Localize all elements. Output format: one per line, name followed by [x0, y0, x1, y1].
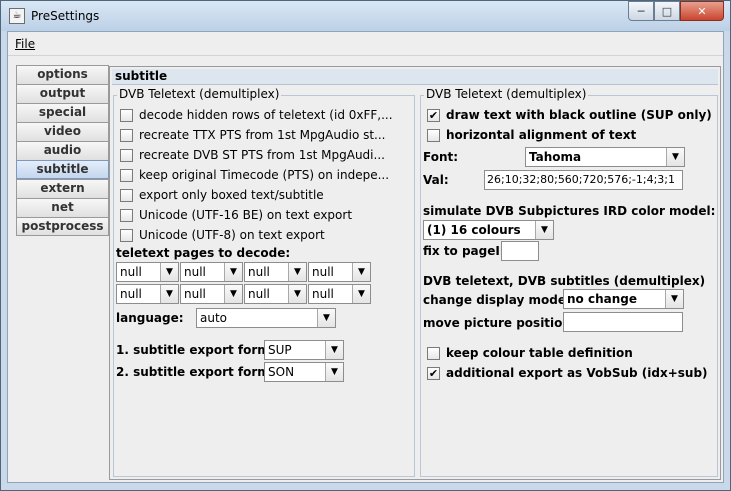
tab-net[interactable]: net	[16, 198, 109, 217]
chevron-down-icon: ▼	[160, 285, 178, 303]
tab-postprocess[interactable]: postprocess	[16, 217, 109, 236]
tab-audio[interactable]: audio	[16, 141, 109, 160]
checkbox[interactable]	[120, 128, 133, 142]
maximize-button[interactable]: □	[654, 1, 680, 21]
chevron-down-icon: ▼	[666, 148, 684, 166]
checkbox[interactable]	[120, 208, 133, 222]
dvbsub-label: DVB teletext, DVB subtitles (demultiplex…	[423, 274, 706, 288]
val-input[interactable]: 26;10;32;80;560;720;576;-1;4;3;1	[484, 170, 683, 190]
left-group-title: DVB Teletext (demultiplex)	[117, 87, 282, 101]
tab-extern[interactable]: extern	[16, 179, 109, 198]
checkbox[interactable]	[120, 148, 133, 162]
tab-special[interactable]: special	[16, 103, 109, 122]
app-window: ☕ PreSettings ─ □ ✕ File options output …	[0, 0, 731, 491]
tab-output[interactable]: output	[16, 84, 109, 103]
title-bar: ☕ PreSettings ─ □ ✕	[1, 1, 730, 31]
checkbox[interactable]	[120, 188, 133, 202]
checkbox-row-utf8[interactable]: Unicode (UTF-8) on text export	[120, 228, 325, 242]
right-group-title: DVB Teletext (demultiplex)	[424, 87, 589, 101]
export2-combo[interactable]: SON ▼	[264, 362, 344, 382]
menu-file[interactable]: File	[15, 37, 35, 51]
chevron-down-icon: ▼	[160, 263, 178, 281]
checkbox[interactable]	[120, 108, 133, 122]
export1-combo[interactable]: SUP ▼	[264, 340, 344, 360]
ird-label: simulate DVB Subpictures IRD color model…	[423, 204, 716, 218]
panel-header: subtitle	[112, 69, 718, 85]
page-combo-7[interactable]: null ▼	[244, 284, 307, 304]
language-combo[interactable]: auto ▼	[196, 308, 336, 328]
checkbox-label: keep original Timecode (PTS) on indepe..…	[139, 168, 390, 182]
tab-video[interactable]: video	[16, 122, 109, 141]
font-label: Font:	[423, 150, 459, 164]
checkbox-label: Unicode (UTF-16 BE) on text export	[139, 208, 353, 222]
page-combo-1[interactable]: null ▼	[116, 262, 179, 282]
checkbox-row-keep-timecode[interactable]: keep original Timecode (PTS) on indepe..…	[120, 168, 389, 182]
chevron-down-icon: ▼	[535, 221, 553, 239]
tab-list: options output special video audio subti…	[16, 65, 109, 236]
font-combo[interactable]: Tahoma ▼	[525, 147, 685, 167]
pageid-input[interactable]	[501, 241, 539, 261]
chevron-down-icon: ▼	[352, 285, 370, 303]
chevron-down-icon: ▼	[224, 285, 242, 303]
checkbox-label: additional export as VobSub (idx+sub)	[446, 366, 708, 380]
subtitle-panel: subtitle DVB Teletext (demultiplex) deco…	[109, 66, 721, 480]
page-combo-5[interactable]: null ▼	[116, 284, 179, 304]
chevron-down-icon: ▼	[317, 309, 335, 327]
checkbox-row-halign[interactable]: horizontal alignment of text	[427, 128, 636, 142]
checkbox-row-outline[interactable]: ✔ draw text with black outline (SUP only…	[427, 108, 712, 122]
checkbox-label: recreate DVB ST PTS from 1st MpgAudi...	[139, 148, 385, 162]
close-button[interactable]: ✕	[680, 1, 724, 21]
checkbox[interactable]	[427, 346, 440, 360]
checkbox[interactable]: ✔	[427, 108, 440, 122]
checkbox[interactable]: ✔	[427, 366, 440, 380]
checkbox-label: recreate TTX PTS from 1st MpgAudio st...	[139, 128, 386, 142]
checkbox-label: draw text with black outline (SUP only)	[446, 108, 712, 122]
teletext-pages-label: teletext pages to decode:	[116, 246, 291, 260]
page-combo-2[interactable]: null ▼	[180, 262, 243, 282]
display-mode-label: change display mode:	[423, 293, 571, 307]
checkbox-row-keep-colour[interactable]: keep colour table definition	[427, 346, 633, 360]
checkbox-label: export only boxed text/subtitle	[139, 188, 324, 202]
checkbox-label: decode hidden rows of teletext (id 0xFF,…	[139, 108, 393, 122]
chevron-down-icon: ▼	[224, 263, 242, 281]
client-area: File options output special video audio …	[7, 31, 724, 483]
checkbox-row-hidden-rows[interactable]: decode hidden rows of teletext (id 0xFF,…	[120, 108, 393, 122]
checkbox[interactable]	[120, 168, 133, 182]
checkbox-row-boxed-text[interactable]: export only boxed text/subtitle	[120, 188, 324, 202]
checkbox[interactable]	[427, 128, 440, 142]
language-label: language:	[116, 311, 184, 325]
checkbox-label: horizontal alignment of text	[446, 128, 637, 142]
chevron-down-icon: ▼	[325, 341, 343, 359]
checkbox[interactable]	[120, 228, 133, 242]
right-group: DVB Teletext (demultiplex) ✔ draw text w…	[420, 87, 718, 477]
window-title: PreSettings	[31, 9, 100, 23]
val-label: Val:	[423, 173, 449, 187]
checkbox-label: keep colour table definition	[446, 346, 633, 360]
chevron-down-icon: ▼	[352, 263, 370, 281]
left-group: DVB Teletext (demultiplex) decode hidden…	[113, 87, 415, 477]
move-position-input[interactable]	[563, 312, 683, 332]
chevron-down-icon: ▼	[288, 263, 306, 281]
minimize-button[interactable]: ─	[628, 1, 654, 21]
menu-bar: File	[8, 32, 723, 56]
checkbox-row-ttx-pts[interactable]: recreate TTX PTS from 1st MpgAudio st...	[120, 128, 386, 142]
ird-combo[interactable]: (1) 16 colours ▼	[423, 220, 554, 240]
chevron-down-icon: ▼	[325, 363, 343, 381]
checkbox-label: Unicode (UTF-8) on text export	[139, 228, 325, 242]
java-icon: ☕	[9, 8, 25, 24]
display-mode-combo[interactable]: no change ▼	[563, 289, 684, 309]
checkbox-row-dvb-st-pts[interactable]: recreate DVB ST PTS from 1st MpgAudi...	[120, 148, 385, 162]
page-combo-4[interactable]: null ▼	[308, 262, 371, 282]
page-combo-6[interactable]: null ▼	[180, 284, 243, 304]
chevron-down-icon: ▼	[665, 290, 683, 308]
page-combo-8[interactable]: null ▼	[308, 284, 371, 304]
tab-subtitle[interactable]: subtitle	[16, 160, 109, 179]
checkbox-row-vobsub[interactable]: ✔ additional export as VobSub (idx+sub)	[427, 366, 708, 380]
chevron-down-icon: ▼	[288, 285, 306, 303]
tab-options[interactable]: options	[16, 65, 109, 84]
checkbox-row-utf16[interactable]: Unicode (UTF-16 BE) on text export	[120, 208, 352, 222]
move-position-label: move picture position:	[423, 316, 576, 330]
page-combo-3[interactable]: null ▼	[244, 262, 307, 282]
